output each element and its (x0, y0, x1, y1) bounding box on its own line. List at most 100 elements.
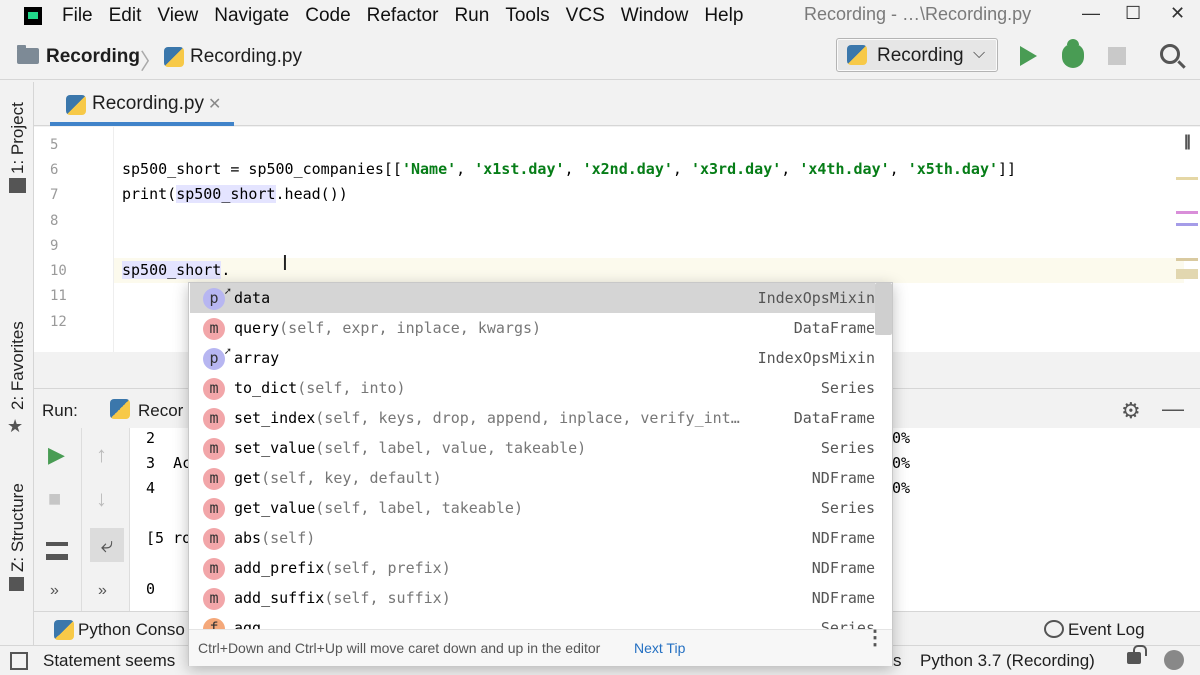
output-line: 0% (892, 454, 911, 472)
run-button[interactable] (1020, 46, 1037, 66)
completion-type: NDFrame (811, 559, 875, 577)
run-toolbar-primary: ▶ ■ » (34, 428, 82, 611)
completion-identifier: data (234, 289, 271, 307)
arrow-down-icon[interactable]: ↓ (96, 486, 107, 512)
menu-refactor[interactable]: Refactor (367, 5, 439, 27)
mouse-ibeam-cursor-icon: I (282, 251, 288, 275)
lock-icon[interactable] (1127, 645, 1147, 664)
completion-item[interactable]: m set_index(self, keys, drop, append, inp… (190, 403, 875, 433)
editor-tab-recording-py[interactable]: Recording.py ✕ (50, 82, 234, 126)
menu-tools[interactable]: Tools (505, 5, 549, 27)
next-tip-link[interactable]: Next Tip (634, 640, 685, 656)
maximize-window-button[interactable]: ☐ (1125, 3, 1141, 24)
window-title: Recording - …\Recording.py (804, 4, 1032, 24)
completion-scrollbar[interactable] (875, 283, 892, 335)
completion-item[interactable]: m get(self, key, default) NDFrame (190, 463, 875, 493)
pycharm-app-icon (24, 7, 42, 25)
completion-item[interactable]: f agg Series (190, 613, 875, 629)
completion-item[interactable]: m query(self, expr, inplace, kwargs) DataF… (190, 313, 875, 343)
error-stripe-marker[interactable] (1176, 223, 1198, 226)
stop-button[interactable] (1108, 47, 1126, 65)
menu-vcs[interactable]: VCS (566, 5, 605, 27)
completion-name: set_index(self, keys, drop, append, inpl… (234, 409, 740, 427)
line-number: 5 (50, 137, 59, 153)
stop-icon[interactable]: ■ (48, 486, 61, 512)
pause-icon[interactable]: || (1184, 133, 1191, 151)
run-configuration-label: Recording (877, 45, 964, 66)
completion-signature: (self, label, takeable) (315, 499, 523, 517)
tool-tab-project[interactable]: 1: Project (8, 102, 28, 174)
tool-tab-favorites[interactable]: 2: Favorites (8, 321, 28, 410)
more-icon[interactable]: » (50, 582, 59, 600)
menu-view[interactable]: View (157, 5, 198, 27)
menu-help[interactable]: Help (704, 5, 743, 27)
code-line-7: print(sp500_short.head()) (122, 185, 348, 203)
menu-edit[interactable]: Edit (109, 5, 142, 27)
breadcrumb-file[interactable]: Recording.py (190, 46, 302, 68)
run-tab-recording[interactable]: Recor (138, 401, 183, 421)
status-indent-fragment[interactable]: s (893, 651, 902, 671)
code-completion-popup[interactable]: p ➚ data IndexOpsMixin m query(self, expr, in… (188, 282, 893, 666)
method-icon: m (203, 468, 225, 490)
code-string: 'x1st.day' (474, 160, 565, 178)
tool-windows-toggle-icon[interactable] (10, 652, 28, 670)
debug-button[interactable] (1062, 39, 1084, 68)
more-options-icon[interactable]: ⋮ (865, 628, 885, 648)
completion-item[interactable]: m abs(self) NDFrame (190, 523, 875, 553)
gear-icon[interactable]: ⚙ (1121, 398, 1141, 424)
completion-item[interactable]: m to_dict(self, into) Series (190, 373, 875, 403)
method-icon: m (203, 318, 225, 340)
python-file-icon (66, 95, 86, 115)
menu-file[interactable]: File (62, 5, 93, 27)
minimize-panel-icon[interactable]: — (1162, 396, 1184, 422)
completion-item[interactable]: m add_suffix(self, suffix) NDFrame (190, 583, 875, 613)
menu-window[interactable]: Window (621, 5, 689, 27)
completion-identifier: query (234, 319, 280, 337)
completion-item[interactable]: p ➚ data IndexOpsMixin (190, 283, 875, 313)
completion-item[interactable]: p ➚ array IndexOpsMixin (190, 343, 875, 373)
run-panel-label: Run: (42, 401, 78, 420)
completion-item[interactable]: m add_prefix(self, prefix) NDFrame (190, 553, 875, 583)
tool-tab-python-console[interactable]: Python Conso (78, 620, 185, 640)
tool-tab-event-log[interactable]: Event Log (1068, 620, 1145, 640)
completion-identifier: set_value (234, 439, 316, 457)
output-line: 4 (146, 479, 156, 497)
run-configuration-selector[interactable]: Recording ⌵ (836, 38, 998, 72)
error-stripe-marker[interactable] (1176, 177, 1198, 180)
completion-item[interactable]: m set_value(self, label, value, takeable)… (190, 433, 875, 463)
close-tab-icon[interactable]: ✕ (208, 94, 221, 114)
menu-code[interactable]: Code (305, 5, 350, 27)
menu-run[interactable]: Run (454, 5, 489, 27)
completion-signature: (self, expr, inplace, kwargs) (279, 319, 542, 337)
more-icon[interactable]: » (98, 582, 107, 600)
code-variable: sp500_short (122, 160, 222, 178)
menu-navigate[interactable]: Navigate (214, 5, 289, 27)
tool-tab-structure[interactable]: Z: Structure (8, 483, 28, 572)
rerun-icon[interactable]: ▶ (48, 442, 65, 468)
completion-name: query(self, expr, inplace, kwargs) (234, 319, 541, 337)
folder-icon (17, 45, 39, 64)
line-number: 12 (50, 314, 67, 330)
search-everywhere-icon[interactable] (1160, 44, 1180, 64)
output-line: 0% (892, 429, 911, 447)
property-arrow-icon: ➚ (224, 285, 231, 298)
error-stripe-marker[interactable] (1176, 269, 1198, 279)
inspector-avatar-icon[interactable] (1164, 650, 1184, 670)
error-stripe-marker[interactable] (1176, 211, 1198, 214)
completion-type: Series (820, 439, 875, 457)
arrow-up-icon[interactable]: ↑ (96, 442, 107, 468)
completion-item[interactable]: m get_value(self, label, takeable) Series (190, 493, 875, 523)
completion-signature: (self, prefix) (324, 559, 451, 577)
code-variable: sp500_short (176, 185, 276, 203)
minimize-window-button[interactable]: — (1082, 3, 1100, 24)
python-interpreter-selector[interactable]: Python 3.7 (Recording) (920, 651, 1095, 671)
layout-icon[interactable] (46, 542, 68, 560)
output-line: 3 Ac (146, 454, 192, 472)
error-stripe-marker[interactable] (1176, 258, 1198, 261)
close-window-button[interactable]: ✕ (1170, 3, 1185, 24)
code-string: 'Name' (401, 160, 457, 178)
soft-wrap-icon[interactable]: ⤶ (90, 528, 124, 562)
breadcrumb-project[interactable]: Recording (46, 46, 140, 68)
code-string: 'x2nd.day' (582, 160, 673, 178)
completion-type: Series (820, 499, 875, 517)
